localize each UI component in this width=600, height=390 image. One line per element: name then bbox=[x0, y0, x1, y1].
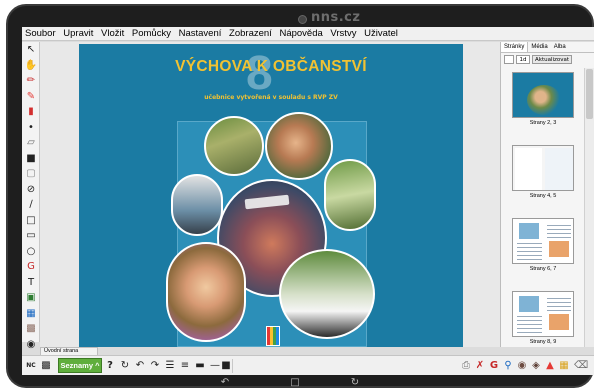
menu-vrstvy[interactable]: Vrstvy bbox=[328, 27, 358, 41]
page-input[interactable]: 1d bbox=[516, 55, 530, 64]
text-icon[interactable]: T bbox=[24, 276, 38, 290]
publisher-logo bbox=[266, 326, 280, 346]
gray-square-icon[interactable]: ▢ bbox=[24, 167, 38, 181]
google-icon[interactable]: G bbox=[488, 359, 500, 373]
tab-alba[interactable]: Alba bbox=[551, 42, 569, 52]
cover-photo-family bbox=[204, 116, 264, 176]
nc-icon[interactable]: NC bbox=[25, 359, 37, 373]
search-icon[interactable]: ⚲ bbox=[502, 359, 514, 373]
camera-icon bbox=[298, 15, 307, 24]
paragraph-icon[interactable]: ≡ bbox=[178, 359, 192, 373]
thumb-label: Strany 6, 7 bbox=[529, 266, 557, 272]
page-thumbnails: Strany 2, 3 Strany 4, 5 Strany 6, 7 Stra… bbox=[501, 68, 585, 347]
tools-icon[interactable]: ✗ bbox=[474, 359, 486, 373]
menu-napoveda[interactable]: Nápověda bbox=[277, 27, 324, 41]
trash-icon[interactable]: ⌫ bbox=[574, 359, 588, 373]
redo-icon[interactable]: ↻ bbox=[118, 359, 132, 373]
fill-icon[interactable]: ▱ bbox=[24, 136, 38, 150]
camera-tool-icon[interactable]: ◉ bbox=[24, 338, 38, 352]
menu-soubor[interactable]: Soubor bbox=[23, 27, 58, 41]
forward-icon[interactable]: ↷ bbox=[148, 359, 162, 373]
pages-panel: Stránky Média Alba 1d Aktualizovat Stran… bbox=[500, 42, 594, 347]
thumb-image bbox=[512, 291, 574, 337]
rectangle-icon[interactable]: □ bbox=[24, 214, 38, 228]
eraser-icon[interactable]: ▮ bbox=[24, 105, 38, 119]
calculator-icon[interactable]: ▦ bbox=[558, 359, 570, 373]
menu-nastaveni[interactable]: Nastavení bbox=[177, 27, 224, 41]
tools-toolbar: ↖ ✋ ✏ ✎ ▮ • ▱ ■ ▢ ⊘ ∕ □ ▭ ○ G T ▣ ▦ ▩ ◉ bbox=[22, 42, 40, 350]
gallery-icon[interactable]: ▩ bbox=[24, 322, 38, 336]
thumb-label: Strany 4, 5 bbox=[529, 193, 557, 199]
qr-icon[interactable]: ▩ bbox=[39, 359, 53, 373]
scroll-thumb[interactable] bbox=[586, 69, 593, 119]
thumb-image bbox=[512, 72, 574, 118]
undo-icon[interactable]: ↶ bbox=[133, 359, 147, 373]
cube-icon[interactable]: ▲ bbox=[544, 359, 556, 373]
menu-pomucky[interactable]: Pomůcky bbox=[130, 27, 173, 41]
line-icon[interactable]: ∕ bbox=[24, 198, 38, 212]
puzzle-icon[interactable]: ◈ bbox=[530, 359, 542, 373]
panel-tabs: Stránky Média Alba bbox=[501, 42, 594, 53]
black-square-icon[interactable]: ■ bbox=[24, 152, 38, 166]
print-icon[interactable]: ⎙ bbox=[460, 359, 472, 373]
menu-bar: Soubor Upravit Vložit Pomůcky Nastavení … bbox=[22, 27, 594, 41]
tab-stranky[interactable]: Stránky bbox=[501, 42, 529, 52]
menu-uzivatel[interactable]: Uživatel bbox=[362, 27, 400, 41]
image-icon[interactable]: ▦ bbox=[24, 307, 38, 321]
cover-photo-police bbox=[171, 174, 223, 236]
lists-button[interactable]: Seznamy ^ bbox=[58, 358, 102, 373]
cover-photo-elderly bbox=[324, 159, 376, 231]
cover-photo-mother-child bbox=[265, 112, 333, 180]
tab-media[interactable]: Média bbox=[528, 42, 550, 52]
color-swatch-icon[interactable]: ■ bbox=[220, 359, 232, 373]
page-thumb[interactable]: Strany 6, 7 bbox=[501, 218, 585, 287]
lines-icon[interactable]: ☰ bbox=[163, 359, 177, 373]
tablet-frame: nns.cz ↶ □ ↻ Soubor Upravit Vložit Pomůc… bbox=[6, 4, 594, 388]
hand-icon[interactable]: ✋ bbox=[24, 59, 38, 73]
app-screen: Soubor Upravit Vložit Pomůcky Nastavení … bbox=[22, 27, 594, 375]
watermark: nns.cz bbox=[311, 10, 361, 25]
eyedropper-icon[interactable]: ⊘ bbox=[24, 183, 38, 197]
cover-photo-wedding bbox=[279, 249, 375, 339]
thumb-image bbox=[512, 218, 574, 264]
help-icon[interactable]: ? bbox=[104, 359, 116, 373]
page-thumb[interactable]: Strany 4, 5 bbox=[501, 145, 585, 214]
panel-scrollbar[interactable] bbox=[584, 68, 594, 347]
page-canvas[interactable]: 8 VÝCHOVA K OBČANSTVÍ učebnice vytvořená… bbox=[40, 42, 500, 347]
page-thumb[interactable]: Strany 8, 9 bbox=[501, 291, 585, 347]
thumb-image bbox=[512, 145, 574, 191]
line-thickness-icon[interactable]: ▬ bbox=[193, 359, 207, 373]
dot-icon[interactable]: • bbox=[24, 121, 38, 135]
menu-vlozit[interactable]: Vložit bbox=[99, 27, 126, 41]
recent-apps-icon[interactable]: ↻ bbox=[348, 378, 362, 388]
cover-photo-girl bbox=[166, 242, 246, 342]
pen-icon[interactable]: ✏ bbox=[24, 74, 38, 88]
bottom-toolbar: NC ▩ Seznamy ^ ? ↻ ↶ ↷ ☰ ≡ ▬ — ■ ⎙ ✗ G ⚲… bbox=[22, 355, 594, 375]
thumb-label: Strany 8, 9 bbox=[529, 339, 557, 345]
cover-subtitle: učebnice vytvořená v souladu s RVP ZV bbox=[204, 94, 338, 101]
refresh-button[interactable]: Aktualizovat bbox=[532, 55, 573, 64]
home-icon[interactable]: □ bbox=[288, 378, 302, 388]
back-icon[interactable]: ↶ bbox=[218, 378, 232, 388]
circle-icon[interactable]: ○ bbox=[24, 245, 38, 259]
page-thumb[interactable]: Strany 2, 3 bbox=[501, 72, 585, 141]
book-cover: 8 VÝCHOVA K OBČANSTVÍ učebnice vytvořená… bbox=[79, 44, 463, 347]
highlighter-icon[interactable]: ✎ bbox=[24, 90, 38, 104]
globe-icon[interactable]: ◉ bbox=[516, 359, 528, 373]
thumb-label: Strany 2, 3 bbox=[529, 120, 557, 126]
stamp-icon[interactable]: ▣ bbox=[24, 291, 38, 305]
polygon-icon[interactable]: ▭ bbox=[24, 229, 38, 243]
page-name-tab: Úvodní strana bbox=[40, 347, 98, 355]
geometry-icon[interactable]: G bbox=[24, 260, 38, 274]
menu-upravit[interactable]: Upravit bbox=[61, 27, 95, 41]
menu-zobrazeni[interactable]: Zobrazení bbox=[227, 27, 274, 41]
panel-controls: 1d Aktualizovat bbox=[501, 53, 594, 66]
page-checkbox[interactable] bbox=[504, 55, 514, 64]
select-arrow-icon[interactable]: ↖ bbox=[24, 43, 38, 57]
separator bbox=[232, 359, 233, 373]
cover-title: VÝCHOVA K OBČANSTVÍ bbox=[175, 58, 367, 75]
